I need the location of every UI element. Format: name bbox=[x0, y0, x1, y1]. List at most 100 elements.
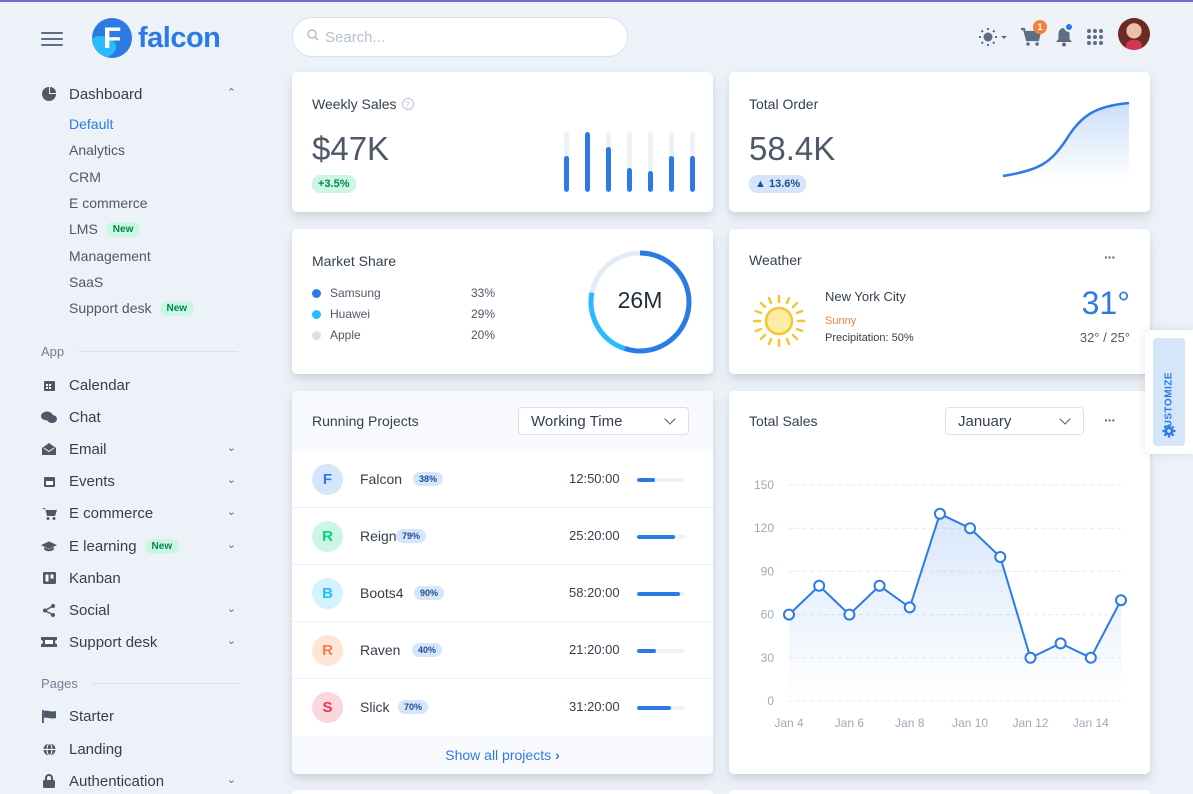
sales-point bbox=[1054, 637, 1067, 650]
project-name[interactable]: Slick bbox=[360, 699, 390, 715]
legend-dot bbox=[312, 309, 321, 319]
user-avatar[interactable] bbox=[1118, 18, 1150, 50]
running-projects-card: Running Projects Working Time Show all p… bbox=[292, 391, 713, 774]
weekly-sales-bar bbox=[585, 132, 590, 192]
project-row[interactable]: F Falcon 38% 12:50:00 bbox=[292, 451, 713, 508]
sidebar-item-chat[interactable]: Chat bbox=[41, 406, 241, 428]
project-row[interactable]: B Boots4 90% 58:20:00 bbox=[292, 565, 713, 622]
total-order-sparkline bbox=[1002, 101, 1130, 180]
total-order-title: Total Order bbox=[749, 96, 819, 112]
project-name[interactable]: Falcon bbox=[360, 471, 402, 487]
working-time-select[interactable]: Working Time bbox=[518, 407, 689, 435]
sidebar-subitem-management[interactable]: Management bbox=[69, 248, 151, 264]
sidebar-item-calendar[interactable]: Calendar bbox=[41, 374, 241, 396]
weather-menu-icon[interactable]: ··· bbox=[1104, 249, 1116, 265]
project-row[interactable]: R Raven 40% 21:20:00 bbox=[292, 622, 713, 679]
next-card-edge bbox=[292, 790, 713, 794]
x-tick-label: Jan 8 bbox=[895, 716, 925, 730]
sidebar-item-landing[interactable]: Landing bbox=[41, 738, 241, 760]
search-input[interactable] bbox=[325, 28, 605, 46]
graduation-cap-icon bbox=[41, 538, 57, 554]
total-sales-card: Total Sales January ··· 150 120 90 60 30 0 Jan… bbox=[729, 391, 1150, 774]
project-time: 12:50:00 bbox=[569, 471, 620, 486]
chevron-down-icon: ⌄ bbox=[226, 442, 236, 454]
project-row[interactable]: S Slick 70% 31:20:00 bbox=[292, 679, 713, 736]
x-tick-label: Jan 14 bbox=[1073, 716, 1109, 730]
search-box[interactable] bbox=[292, 17, 628, 57]
weekly-sales-bar bbox=[606, 132, 611, 192]
cart-icon bbox=[41, 505, 57, 521]
sales-area bbox=[789, 513, 1121, 701]
market-share-card: Market Share 26M Samsung 33% Huawei 29% Appl… bbox=[292, 229, 713, 374]
sidebar-item-starter[interactable]: Starter bbox=[41, 705, 241, 727]
sidebar-subitem-saas[interactable]: SaaS bbox=[69, 274, 103, 290]
y-tick-label: 150 bbox=[754, 478, 774, 492]
ticket-icon bbox=[41, 634, 57, 650]
weekly-sales-bars bbox=[564, 132, 695, 192]
chevron-down-icon: ⌄ bbox=[226, 506, 236, 518]
project-percent-badge: 79% bbox=[396, 529, 427, 543]
project-progress-bar bbox=[637, 478, 685, 482]
logo[interactable]: F falcon bbox=[92, 18, 221, 58]
sidebar-subitem-analytics[interactable]: Analytics bbox=[69, 142, 125, 158]
project-percent-badge: 40% bbox=[412, 643, 443, 657]
sidebar-item-email[interactable]: Email ⌄ bbox=[41, 438, 241, 460]
section-label-app: App bbox=[41, 344, 238, 359]
search-icon bbox=[307, 28, 319, 46]
project-progress-bar bbox=[637, 649, 685, 653]
project-avatar: S bbox=[312, 692, 343, 723]
y-tick-label: 0 bbox=[767, 694, 774, 708]
sidebar-item-authentication[interactable]: Authentication ⌄ bbox=[41, 770, 241, 792]
sidebar-item-support-desk[interactable]: Support desk ⌄ bbox=[41, 631, 241, 653]
legend-dot bbox=[312, 330, 321, 340]
project-progress-bar bbox=[637, 592, 685, 596]
weekly-sales-bar bbox=[690, 132, 695, 192]
project-name[interactable]: Reign bbox=[360, 528, 397, 544]
project-row[interactable]: R Reign 79% 25:20:00 bbox=[292, 508, 713, 565]
sidebar-subitem-support-desk[interactable]: Support desk New bbox=[69, 300, 195, 316]
show-all-projects-link[interactable]: Show all projects › bbox=[292, 736, 713, 774]
y-tick-label: 120 bbox=[754, 521, 774, 535]
sidebar-item-events[interactable]: Events ⌄ bbox=[41, 470, 241, 492]
customize-panel-toggle[interactable]: CUSTOMIZE bbox=[1145, 330, 1193, 454]
month-select[interactable]: January bbox=[945, 407, 1084, 435]
project-name[interactable]: Raven bbox=[360, 642, 400, 658]
brand-name: falcon bbox=[138, 21, 221, 54]
x-tick-label: Jan 10 bbox=[952, 716, 988, 730]
theme-toggle-icon[interactable] bbox=[975, 24, 1011, 50]
sidebar-subitem-lms[interactable]: LMS New bbox=[69, 221, 141, 237]
new-badge: New bbox=[105, 221, 141, 237]
project-avatar: R bbox=[312, 635, 343, 666]
sidebar-item-e-commerce[interactable]: E commerce ⌄ bbox=[41, 502, 241, 524]
weekly-sales-change-badge: +3.5% bbox=[312, 175, 356, 193]
sidebar-item-e-learning[interactable]: E learning New ⌄ bbox=[41, 535, 241, 557]
sidebar-item-kanban[interactable]: Kanban bbox=[41, 567, 241, 589]
cart-icon[interactable]: 1 bbox=[1018, 20, 1047, 50]
sidebar-item-dashboard[interactable]: Dashboard ⌃ bbox=[41, 83, 241, 105]
bell-icon[interactable] bbox=[1051, 22, 1077, 50]
info-icon[interactable]: ? bbox=[401, 98, 414, 110]
project-percent-badge: 38% bbox=[413, 472, 444, 486]
lock-icon bbox=[41, 773, 57, 789]
sidebar-subitem-default[interactable]: Default bbox=[69, 116, 113, 132]
globe-icon bbox=[41, 741, 57, 757]
project-time: 31:20:00 bbox=[569, 699, 620, 714]
total-sales-menu-icon[interactable]: ··· bbox=[1104, 412, 1116, 428]
chevron-down-icon bbox=[664, 413, 676, 425]
project-time: 21:20:00 bbox=[569, 642, 620, 657]
next-card-edge bbox=[729, 790, 1150, 794]
menu-toggle-icon[interactable] bbox=[41, 32, 63, 46]
caret-up-icon: ▲ bbox=[755, 178, 769, 190]
apps-grid-icon[interactable] bbox=[1082, 24, 1108, 50]
project-name[interactable]: Boots4 bbox=[360, 585, 404, 601]
weather-title: Weather bbox=[749, 252, 802, 268]
legend-item-samsung: Samsung 33% bbox=[312, 286, 495, 300]
chevron-down-icon: ⌄ bbox=[226, 539, 236, 551]
sidebar-item-social[interactable]: Social ⌄ bbox=[41, 599, 241, 621]
sidebar-subitem-e-commerce[interactable]: E commerce bbox=[69, 195, 148, 211]
chevron-right-icon: › bbox=[555, 747, 560, 763]
sales-point bbox=[813, 579, 826, 592]
sidebar-subitem-crm[interactable]: CRM bbox=[69, 169, 101, 185]
x-tick-label: Jan 4 bbox=[774, 716, 804, 730]
project-percent-badge: 90% bbox=[414, 586, 445, 600]
